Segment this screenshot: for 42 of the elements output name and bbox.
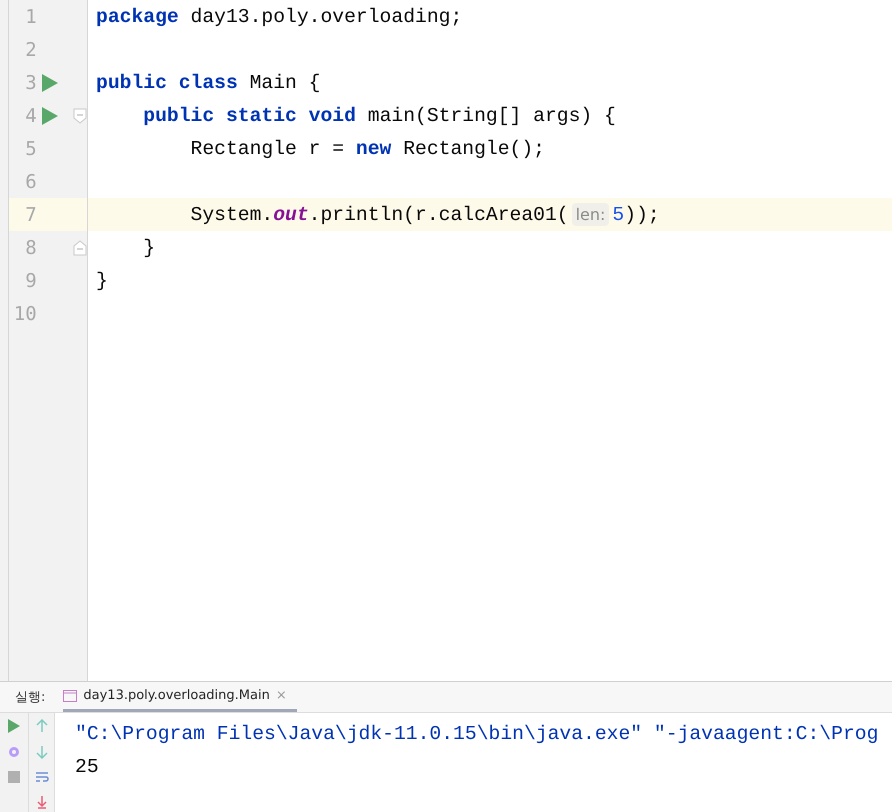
run-tab[interactable]: day13.poly.overloading.Main × xyxy=(63,682,297,712)
keyword: new xyxy=(356,138,392,160)
code-text: day13.poly.overloading; xyxy=(190,6,462,28)
line-number: 2 xyxy=(24,38,37,60)
line-number: 8 xyxy=(24,236,37,258)
up-arrow-icon[interactable] xyxy=(36,719,48,733)
code-text: Rectangle r = xyxy=(190,138,346,160)
keyword: package xyxy=(96,6,179,28)
keyword: public static void xyxy=(143,104,356,126)
line-number: 1 xyxy=(24,6,37,28)
number-literal: 5 xyxy=(612,204,624,226)
run-label: 실행: xyxy=(15,689,46,706)
code-text: Main { xyxy=(250,72,320,94)
code-text: .println(r.calcArea01( xyxy=(308,204,569,226)
code-text: System. xyxy=(190,204,274,226)
code-text: main(String[] args) { xyxy=(368,104,616,126)
window-icon xyxy=(63,690,78,702)
wrap-icon[interactable] xyxy=(34,771,48,783)
line-number: 9 xyxy=(24,270,37,292)
run-icon[interactable] xyxy=(41,72,60,92)
code-text: } xyxy=(96,270,108,292)
run-icon[interactable] xyxy=(8,719,20,733)
line-number: 10 xyxy=(12,302,37,324)
line-number: 6 xyxy=(24,170,37,192)
line-number: 4 xyxy=(24,104,37,126)
down-arrow-icon[interactable] xyxy=(36,745,48,759)
code-text: Rectangle(); xyxy=(403,138,545,160)
keyword: public class xyxy=(96,72,238,94)
gear-icon[interactable] xyxy=(7,745,21,759)
console-command: "C:\Program Files\Java\jdk-11.0.15\bin\java.exe" "-javaagent:C:\Prog xyxy=(75,722,880,746)
field-name: out xyxy=(273,204,309,226)
console-output: 25 xyxy=(75,754,100,780)
code-text: } xyxy=(143,236,156,258)
fold-icon[interactable] xyxy=(72,108,87,124)
code-text: )); xyxy=(624,204,660,226)
run-icon[interactable] xyxy=(41,106,60,126)
fold-icon[interactable] xyxy=(72,240,87,256)
line-number: 7 xyxy=(24,204,37,226)
scroll-end-icon[interactable] xyxy=(34,795,48,809)
parameter-hint: len: xyxy=(572,203,610,226)
line-number: 5 xyxy=(24,138,37,160)
line-number: 3 xyxy=(24,72,37,94)
